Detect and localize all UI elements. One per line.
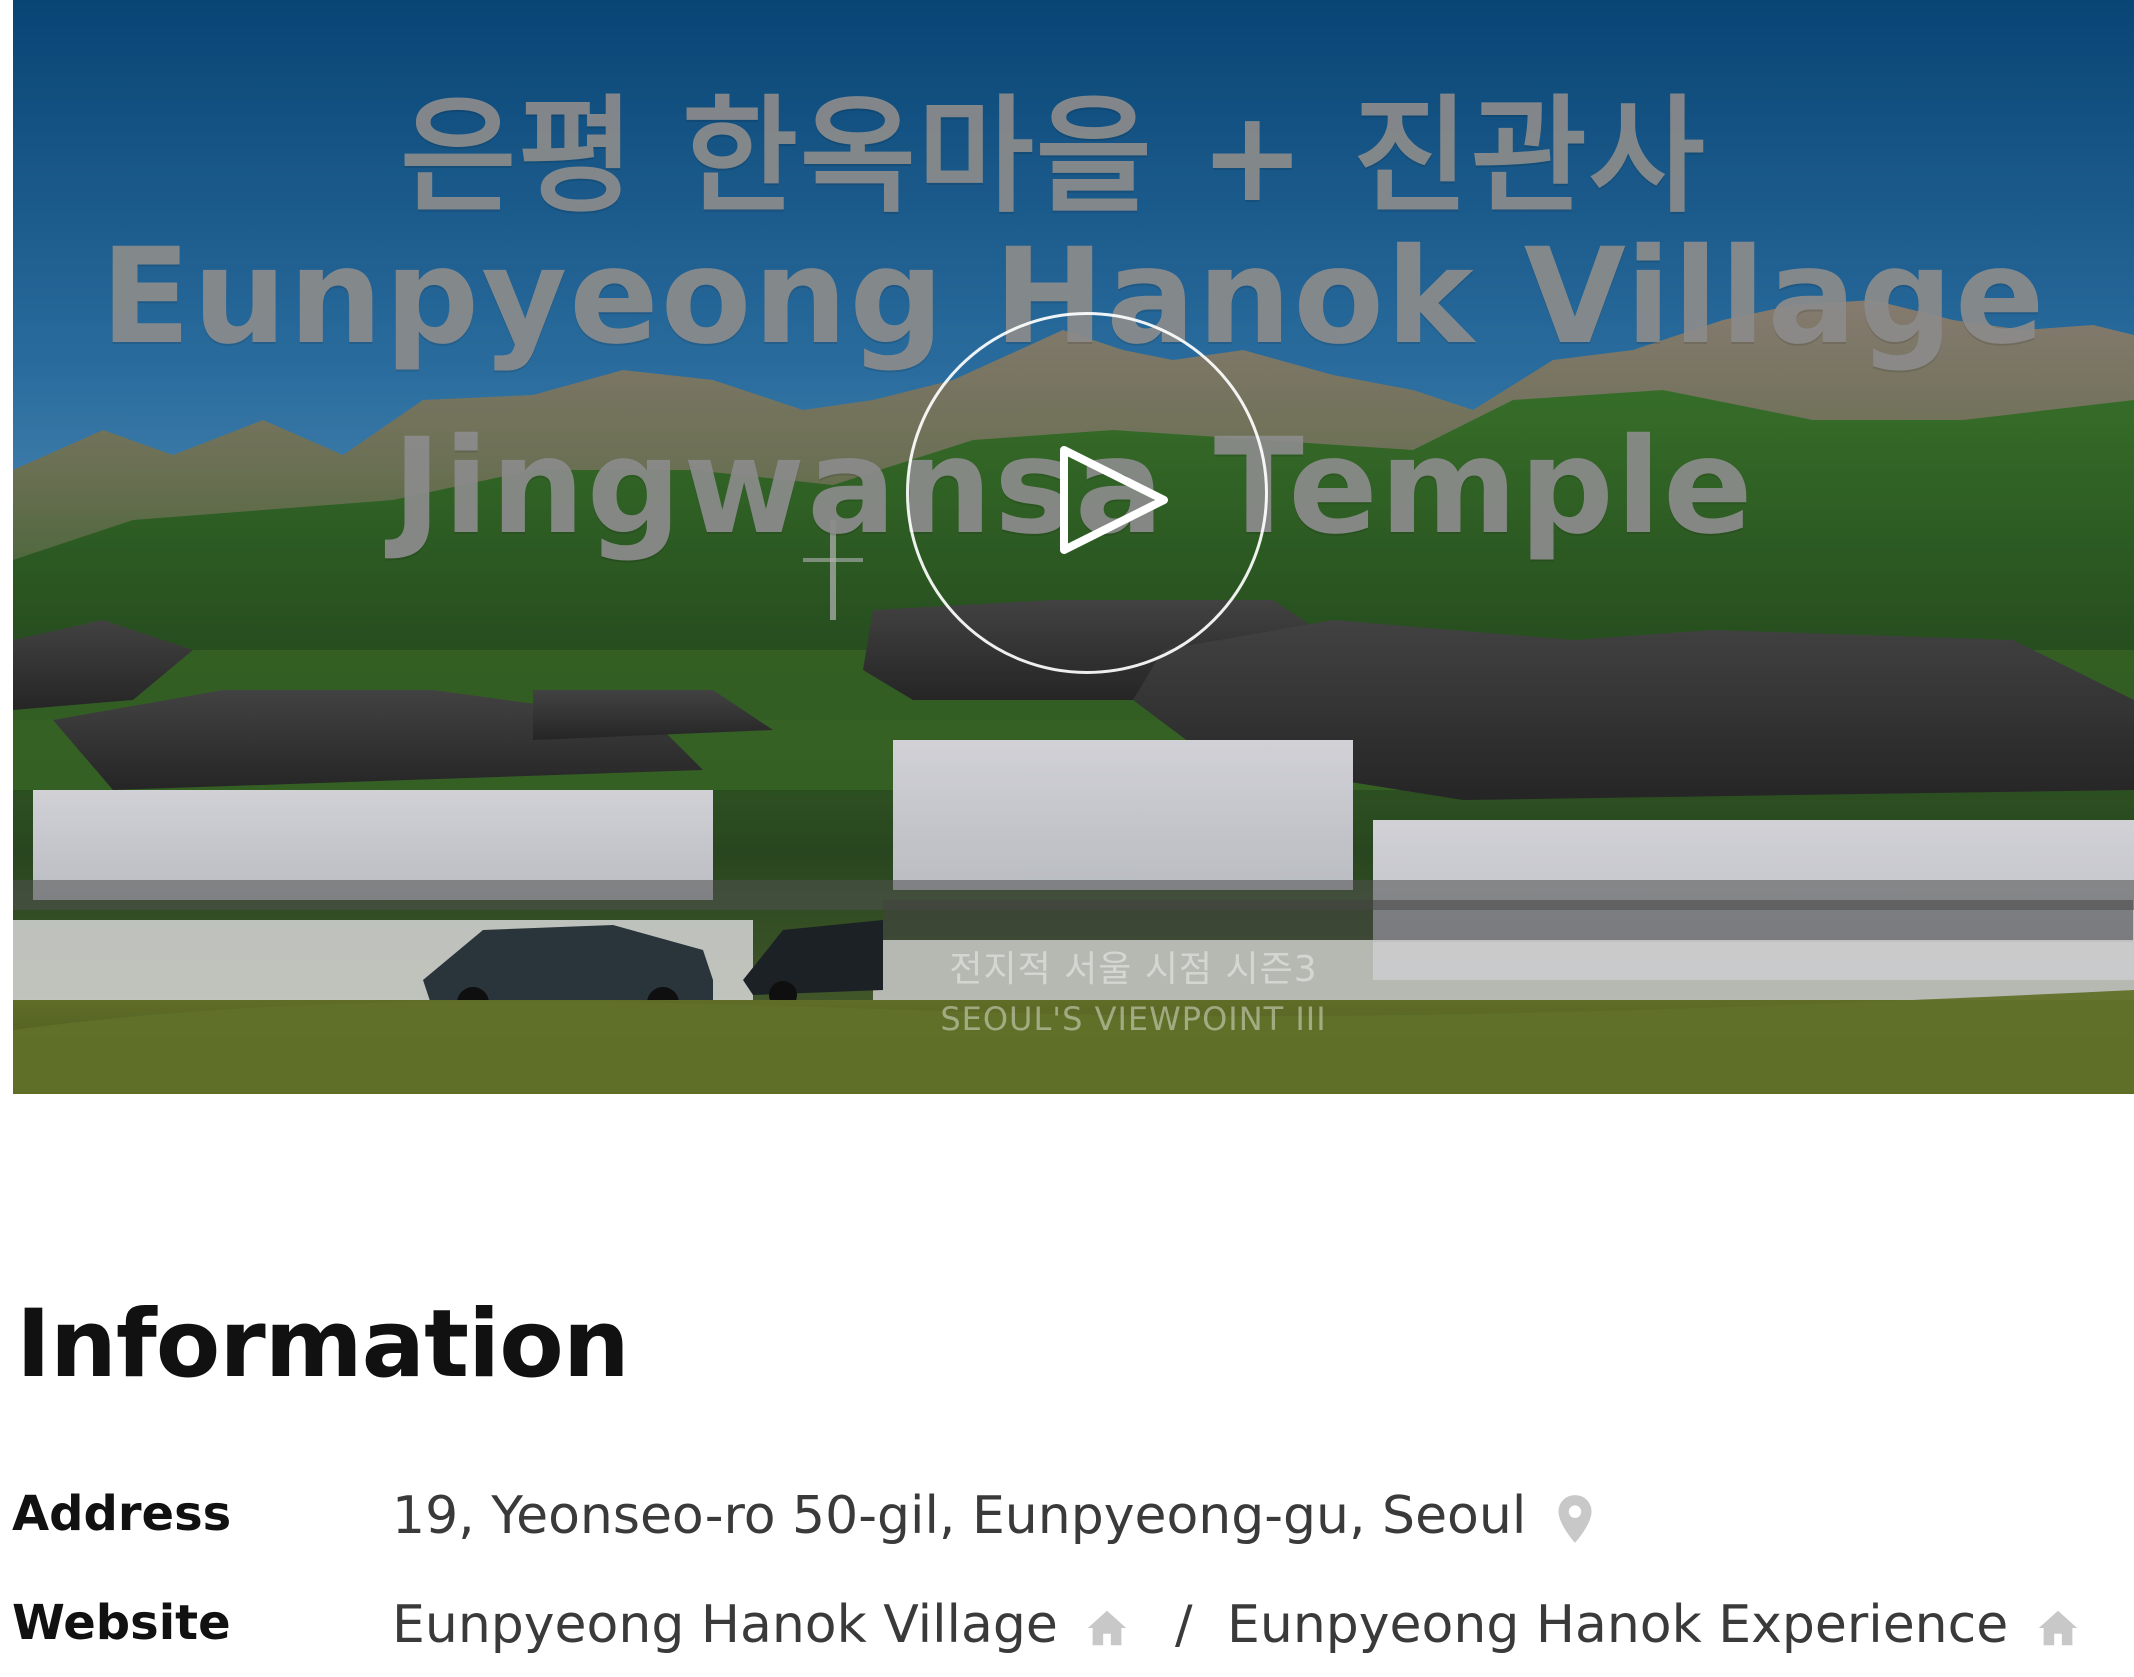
location-pin-icon[interactable] — [1553, 1493, 1597, 1545]
play-button[interactable] — [906, 312, 1268, 674]
address-label: Address — [12, 1486, 232, 1542]
address-row: Address 19, Yeonseo-ro 50-gil, Eunpyeong… — [0, 1486, 2134, 1556]
video-watermark-english: SEOUL'S VIEWPOINT III — [940, 1000, 1327, 1038]
address-value: 19, Yeonseo-ro 50-gil, Eunpyeong-gu, Seo… — [392, 1486, 1527, 1546]
home-icon[interactable] — [1084, 1605, 1130, 1651]
website-separator: / — [1174, 1595, 1193, 1655]
address-value-container: 19, Yeonseo-ro 50-gil, Eunpyeong-gu, Seo… — [392, 1486, 1607, 1546]
video-player[interactable]: 은평 한옥마을 + 진관사 Eunpyeong Hanok Village Ji… — [13, 0, 2134, 1094]
home-icon[interactable] — [2035, 1605, 2081, 1651]
website-links: Eunpyeong Hanok Village / Eunpyeong Hano… — [392, 1595, 2091, 1655]
website-link-hanok-village[interactable]: Eunpyeong Hanok Village — [392, 1595, 1058, 1655]
information-heading: Information — [16, 1290, 630, 1399]
website-label: Website — [12, 1595, 231, 1651]
website-link-hanok-experience[interactable]: Eunpyeong Hanok Experience — [1227, 1595, 2008, 1655]
video-title-korean: 은평 한옥마을 + 진관사 — [400, 83, 1707, 230]
video-watermark-korean: 전지적 서울 시점 시즌3 — [949, 949, 1318, 990]
website-row: Website Eunpyeong Hanok Village / Eunpye… — [0, 1595, 2134, 1665]
